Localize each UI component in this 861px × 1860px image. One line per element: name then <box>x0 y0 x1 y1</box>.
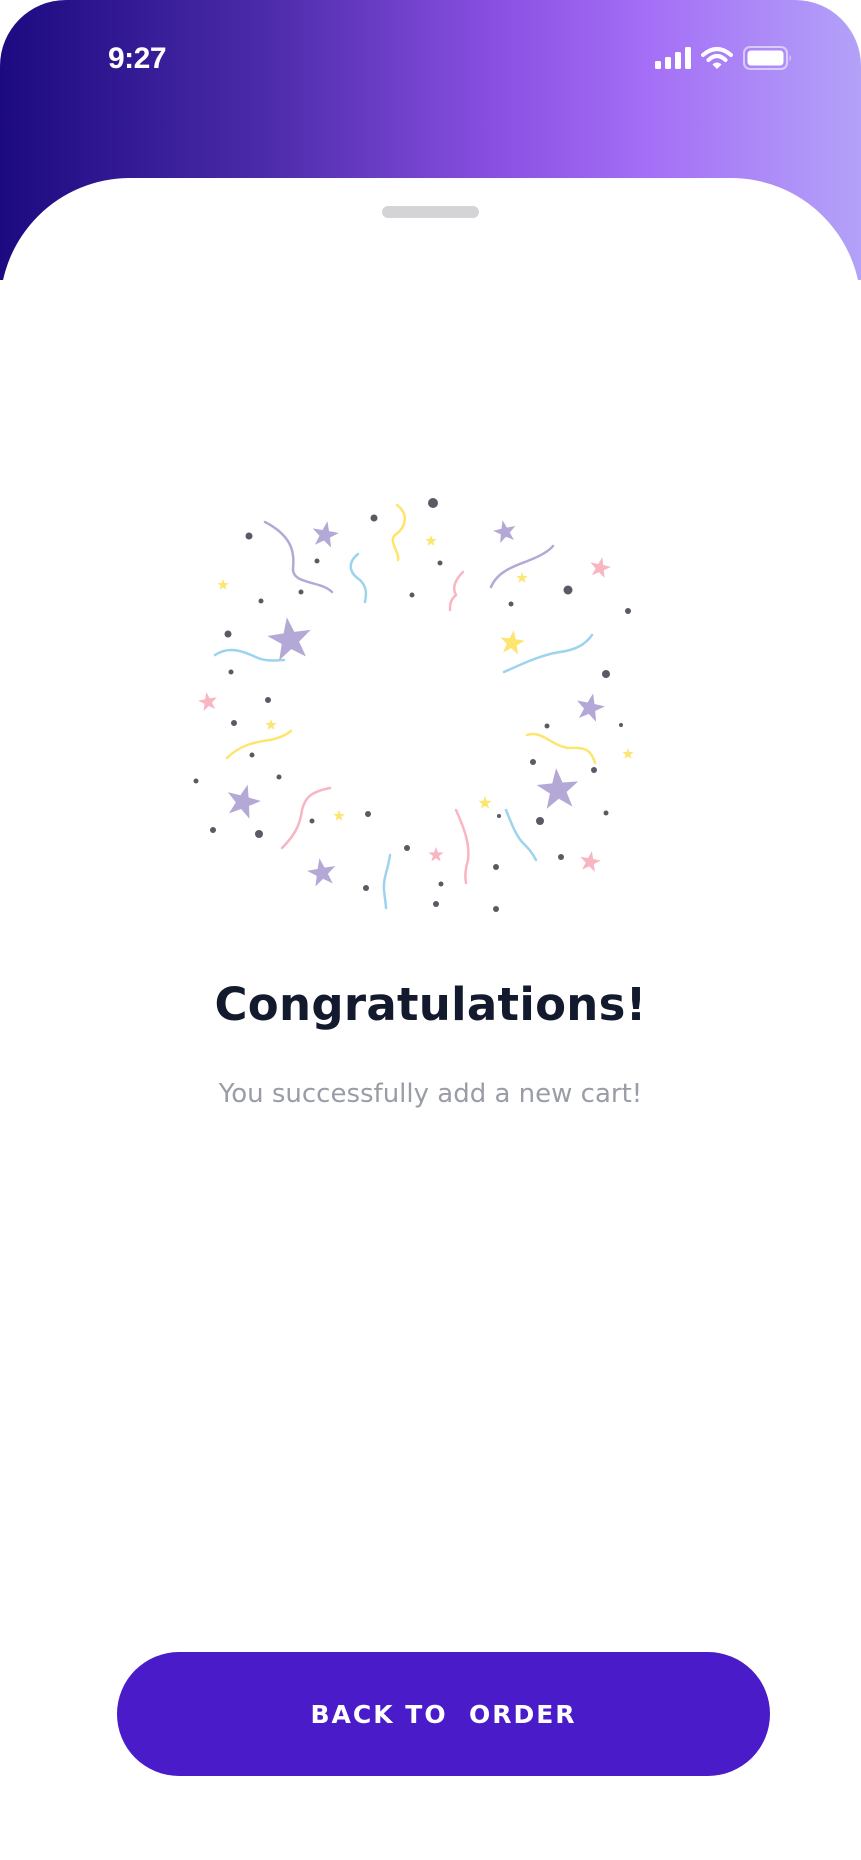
success-message: You successfully add a new cart! <box>218 1079 643 1109</box>
success-screen: 9:27 Congratulations! You successfully a… <box>0 0 861 1860</box>
signal-icon <box>655 47 691 69</box>
wifi-icon <box>701 47 733 69</box>
sheet-drag-handle[interactable] <box>382 206 479 218</box>
back-to-order-button[interactable]: BACK TO ORDER <box>117 1652 770 1776</box>
battery-icon <box>743 46 791 70</box>
status-bar: 9:27 <box>0 0 861 120</box>
confetti-illustration <box>193 498 634 912</box>
status-icons <box>655 46 793 70</box>
status-time: 9:27 <box>108 42 167 75</box>
success-title: Congratulations! <box>214 978 647 1031</box>
